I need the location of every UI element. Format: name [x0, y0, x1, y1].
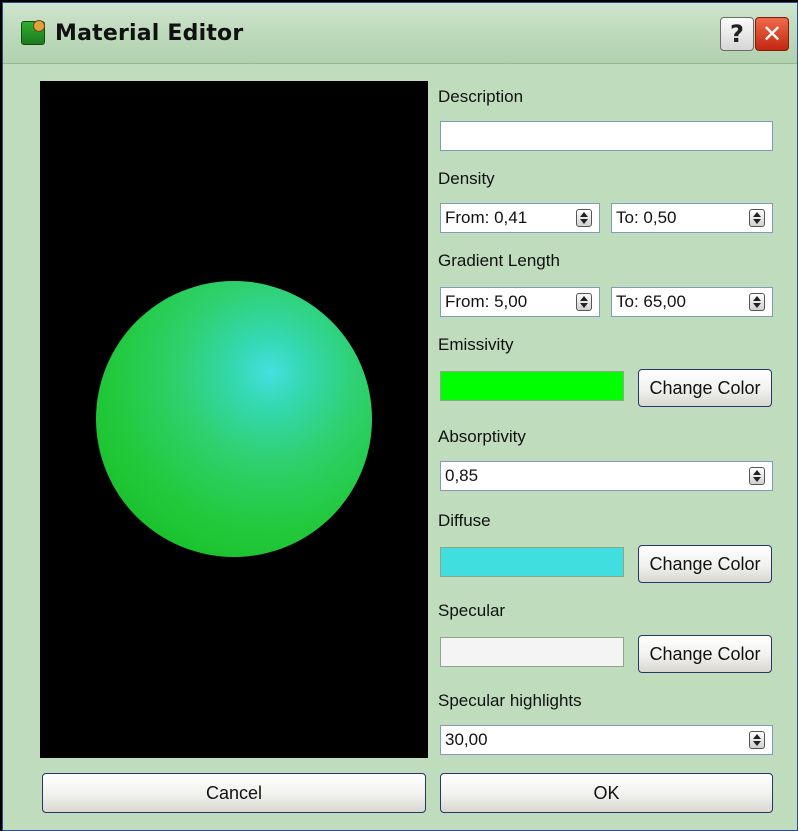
absorptivity-label: Absorptivity: [438, 427, 526, 446]
material-editor-window: Material Editor ? ✕ Description Density …: [2, 2, 798, 831]
gradient-to-value: To: 65,00: [616, 292, 686, 311]
diffuse-label: Diffuse: [438, 511, 491, 530]
specular-highlights-label: Specular highlights: [438, 691, 582, 710]
density-to-value: To: 0,50: [616, 208, 677, 227]
absorptivity-value: 0,85: [445, 466, 479, 485]
gradient-from-value: From: 5,00: [445, 292, 528, 311]
material-editor-icon: [21, 20, 45, 45]
density-to-spinner[interactable]: [749, 209, 765, 227]
emissivity-change-color-button[interactable]: Change Color: [638, 369, 772, 407]
preview-sphere: [96, 281, 372, 557]
density-from-spinner[interactable]: [576, 209, 592, 227]
title-bar: Material Editor ? ✕: [3, 3, 797, 64]
absorptivity-spinner[interactable]: [749, 467, 765, 485]
gradient-from-spinner[interactable]: [576, 293, 592, 311]
close-button[interactable]: ✕: [755, 17, 789, 51]
cancel-button[interactable]: Cancel: [42, 773, 426, 813]
description-input[interactable]: [440, 121, 773, 151]
emissivity-color-swatch: [440, 371, 624, 401]
gradient-to-spinner[interactable]: [749, 293, 765, 311]
description-label: Description: [438, 87, 524, 106]
density-label: Density: [438, 169, 495, 188]
specular-color-swatch: [440, 637, 624, 667]
density-from-value: From: 0,41: [445, 208, 528, 227]
specular-highlights-input[interactable]: 30,00: [440, 725, 773, 755]
diffuse-change-color-button[interactable]: Change Color: [638, 545, 772, 583]
diffuse-color-swatch: [440, 547, 624, 577]
emissivity-label: Emissivity: [438, 335, 514, 354]
gradient-length-label: Gradient Length: [438, 251, 560, 270]
window-title: Material Editor: [55, 21, 244, 46]
specular-highlights-spinner[interactable]: [749, 731, 765, 749]
help-button[interactable]: ?: [720, 17, 754, 51]
absorptivity-input[interactable]: 0,85: [440, 461, 773, 491]
material-preview: [40, 81, 428, 758]
ok-button[interactable]: OK: [440, 773, 773, 813]
specular-highlights-value: 30,00: [445, 730, 488, 749]
specular-change-color-button[interactable]: Change Color: [638, 635, 772, 673]
specular-label: Specular: [438, 601, 506, 620]
